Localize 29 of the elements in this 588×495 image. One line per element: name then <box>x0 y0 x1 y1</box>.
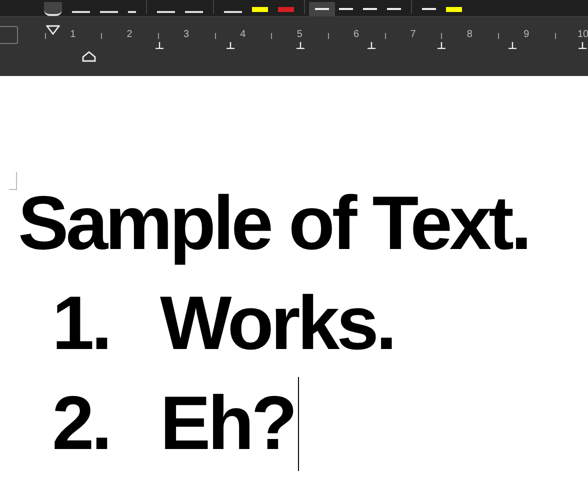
highlight-color-swatch[interactable] <box>446 7 462 12</box>
ruler-number: 5 <box>296 28 302 42</box>
document-heading: Sample of Text. <box>18 180 530 268</box>
tab-stop-icon[interactable] <box>508 42 516 49</box>
ruler-number: 3 <box>183 28 189 42</box>
ruler-number: 10 <box>577 28 588 42</box>
tab-stop-icon[interactable] <box>578 42 587 49</box>
ruler-number: 9 <box>524 28 530 42</box>
tab-stop-icon[interactable] <box>366 42 376 49</box>
tab-stop-icon[interactable] <box>226 42 234 49</box>
ruler-number: 7 <box>410 28 416 42</box>
tab-stop-icon[interactable] <box>437 42 446 49</box>
ruler-number: 2 <box>126 28 132 42</box>
first-line-indent-icon[interactable] <box>46 25 60 36</box>
tab-stop-icon[interactable] <box>155 42 164 49</box>
list-item-text: Works. <box>160 280 394 368</box>
font-color-swatch[interactable] <box>278 7 294 12</box>
list-number: 1. <box>51 280 110 368</box>
ruler-number: 1 <box>70 28 76 42</box>
margin-corner-mark <box>9 172 17 190</box>
ruler-number: 4 <box>240 28 246 42</box>
list-number: 2. <box>51 380 110 468</box>
ruler-number: 8 <box>466 28 472 42</box>
list-item-text: Eh? <box>160 380 295 468</box>
ruler-corner-box <box>0 26 18 44</box>
left-indent-icon[interactable] <box>82 51 96 62</box>
tab-stop-icon[interactable] <box>296 42 305 49</box>
ruler-number: 6 <box>354 28 360 42</box>
highlight-color-swatch[interactable] <box>252 7 268 12</box>
